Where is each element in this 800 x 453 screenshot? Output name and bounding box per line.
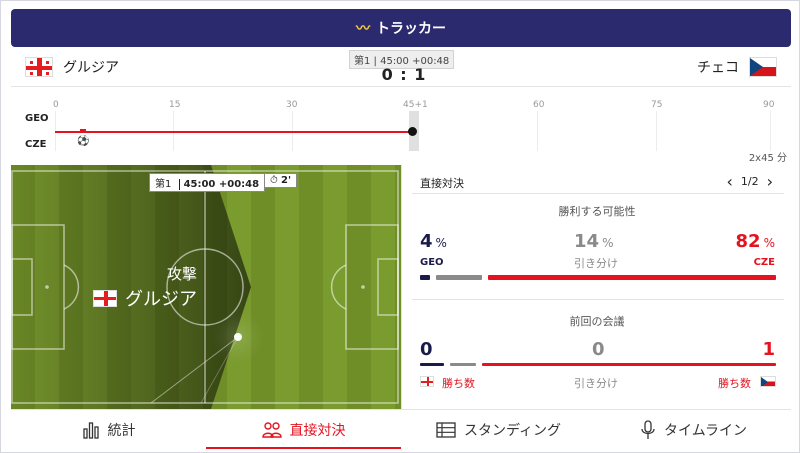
- tab-timeline-label: タイムライン: [663, 422, 748, 439]
- georgia-flag-icon: [25, 57, 53, 77]
- timeline-tick: 75: [651, 100, 663, 110]
- georgia-flag-icon: [93, 289, 117, 307]
- draw-label: 引き分け: [574, 257, 618, 270]
- attacking-team-name: グルジア: [125, 289, 197, 310]
- score-row: グルジア 第1 | 45:00 +00:48 0 : 1 チェコ: [11, 47, 791, 87]
- match-duration: 2x45 分: [748, 153, 787, 164]
- czech-flag-icon: [760, 376, 776, 387]
- h2h-icon: [261, 421, 282, 438]
- timeline-tick: 15: [169, 100, 181, 110]
- tracker-title: トラッカー: [376, 21, 446, 37]
- timeline-current-dot: [408, 127, 417, 136]
- home-win-pct: 4%: [420, 231, 447, 252]
- tab-standings[interactable]: スタンディング: [401, 410, 596, 449]
- away-wins-bar: [482, 363, 776, 366]
- chevron-right-icon[interactable]: ›: [767, 172, 773, 191]
- timeline-mic-icon: [641, 419, 655, 439]
- goal-ball-icon[interactable]: ⚽: [77, 136, 89, 147]
- pitch-time: 45:00 +00:48: [183, 179, 260, 190]
- tracker-icon: 〰: [356, 21, 370, 37]
- pitch-clock: 第1 45:00 +00:48: [149, 173, 266, 192]
- home-team[interactable]: グルジア: [25, 57, 119, 77]
- added-time: ⏱ 2': [264, 173, 298, 188]
- bottom-nav: 統計 直接対決 スタンディング タイムライン: [11, 409, 791, 449]
- standings-icon: [436, 421, 456, 438]
- match-score: 0 : 1: [381, 65, 427, 84]
- timeline-row-away: CZE: [25, 139, 47, 150]
- czech-flag-icon: [749, 57, 777, 77]
- timeline-progress-line: [55, 131, 411, 133]
- timeline-tick: 45+1: [403, 100, 428, 110]
- tracker-widget: 〰 トラッカー グルジア 第1 | 45:00 +00:48 0 : 1 チェコ…: [0, 0, 800, 453]
- match-timeline: 0 15 30 45+1 60 75 90 GEO CZE ⚽ 2x45 分: [11, 87, 791, 165]
- h2h-panel-title: 直接対決: [420, 177, 464, 190]
- attacking-team: グルジア: [93, 285, 197, 311]
- timeline-event-marker[interactable]: [80, 129, 86, 133]
- tab-h2h-label: 直接対決: [289, 422, 346, 439]
- tracker-header: 〰 トラッカー: [11, 9, 791, 47]
- stats-icon: [82, 421, 99, 439]
- away-wins-count: 1: [762, 339, 775, 360]
- added-time-value: 2': [281, 175, 292, 186]
- georgia-flag-icon: [420, 376, 434, 387]
- home-win-bar: [420, 275, 430, 280]
- pitch-period: 第1: [155, 179, 172, 190]
- tab-standings-label: スタンディング: [463, 422, 562, 439]
- tab-stats[interactable]: 統計: [11, 410, 206, 449]
- previous-meetings-title: 前回の会議: [569, 315, 625, 328]
- draws-label: 引き分け: [574, 377, 618, 390]
- draw-pct: 14%: [574, 231, 614, 252]
- h2h-pager: ‹ 1/2 ›: [726, 172, 773, 191]
- timeline-tick: 0: [53, 100, 59, 110]
- win-prob-title: 勝利する可能性: [558, 205, 636, 218]
- tab-stats-label: 統計: [107, 422, 136, 439]
- draws-bar: [450, 363, 476, 366]
- away-win-pct: 82%: [735, 231, 775, 252]
- away-code: CZE: [753, 257, 775, 268]
- pitch-view: 第1 45:00 +00:48 ⏱ 2' 攻撃 グルジア: [11, 165, 401, 409]
- draws-count: 0: [592, 339, 605, 360]
- h2h-page-indicator: 1/2: [740, 175, 759, 188]
- h2h-panel: 直接対決 ‹ 1/2 › 勝利する可能性 4% 14% 82% GEO 引き分け…: [401, 165, 791, 409]
- timeline-row-home: GEO: [25, 113, 49, 124]
- home-team-name: グルジア: [63, 60, 119, 76]
- tab-timeline[interactable]: タイムライン: [596, 410, 791, 449]
- draw-bar: [436, 275, 482, 280]
- timeline-tick: 30: [286, 100, 298, 110]
- chevron-left-icon[interactable]: ‹: [726, 172, 732, 191]
- tab-h2h[interactable]: 直接対決: [206, 410, 401, 449]
- stopwatch-icon: ⏱: [270, 175, 278, 186]
- timeline-tick: 60: [533, 100, 545, 110]
- away-wins-label: 勝ち数: [718, 377, 751, 390]
- ball-position: [234, 333, 242, 341]
- away-team-name: チェコ: [697, 60, 739, 76]
- home-wins-label: 勝ち数: [442, 377, 475, 390]
- home-code: GEO: [420, 257, 444, 268]
- timeline-tick: 90: [763, 100, 775, 110]
- away-win-bar: [488, 275, 776, 280]
- home-wins-bar: [420, 363, 444, 366]
- attack-label: 攻撃: [167, 265, 198, 283]
- home-wins-count: 0: [420, 339, 433, 360]
- away-team[interactable]: チェコ: [697, 57, 777, 77]
